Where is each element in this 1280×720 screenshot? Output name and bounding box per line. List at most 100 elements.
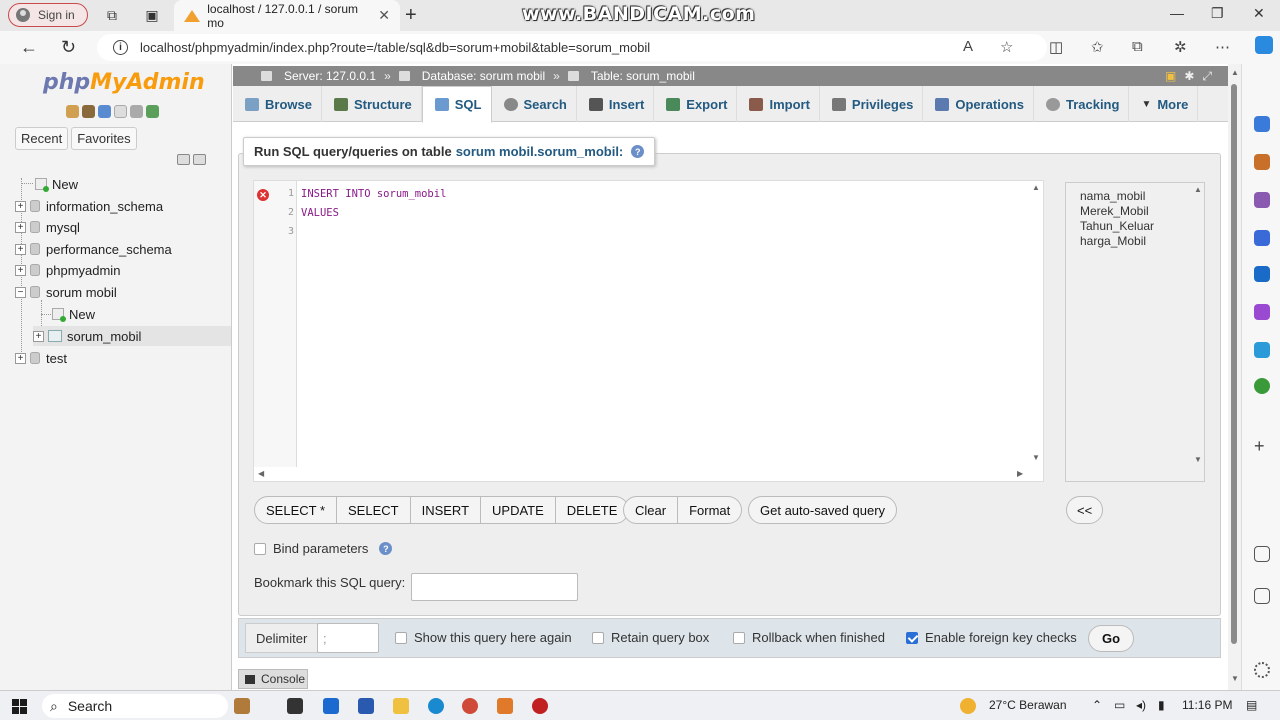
- task-view-icon[interactable]: [287, 698, 303, 714]
- network-icon[interactable]: ▭: [1114, 698, 1125, 712]
- expand-icon[interactable]: +: [15, 264, 26, 276]
- scroll-down-icon[interactable]: ▼: [1194, 455, 1202, 464]
- tree-item-test[interactable]: + test: [15, 348, 67, 368]
- browser-tab-phpmyadmin[interactable]: localhost / 127.0.0.1 / sorum mo ✕: [174, 0, 400, 31]
- select-star-button[interactable]: SELECT *: [254, 496, 338, 524]
- tree-item-information-schema[interactable]: + information_schema: [15, 196, 163, 216]
- url-field[interactable]: i localhost/phpmyadmin/index.php?route=/…: [97, 34, 1047, 61]
- docs-icon[interactable]: [114, 105, 127, 118]
- rollback-checkbox[interactable]: [733, 631, 745, 644]
- read-aloud-icon[interactable]: A: [963, 38, 973, 55]
- back-icon[interactable]: ←: [20, 37, 38, 58]
- breadcrumb-server[interactable]: Server: 127.0.0.1: [284, 69, 376, 83]
- show-query-checkbox[interactable]: [395, 631, 407, 644]
- bind-parameters-checkbox[interactable]: [254, 542, 266, 555]
- foreign-key-checkbox[interactable]: [906, 631, 918, 644]
- sql-editor[interactable]: ✕ 1 2 3 INSERT INTO sorum_mobil VALUES ▲…: [253, 180, 1044, 482]
- phpmyadmin-logo[interactable]: phpMyAdmin: [43, 70, 205, 95]
- xampp-icon[interactable]: [497, 698, 513, 714]
- editor-vertical-scrollbar[interactable]: ▲ ▼: [1029, 181, 1043, 467]
- insert-button[interactable]: INSERT: [410, 496, 482, 524]
- bookmark-input[interactable]: [411, 573, 578, 601]
- restore-icon[interactable]: ❐: [1211, 5, 1224, 22]
- collapse-icon[interactable]: −: [15, 286, 26, 298]
- tree-item-sorum-mobil-table[interactable]: + sorum_mobil: [33, 326, 231, 346]
- chrome-icon[interactable]: [462, 698, 478, 714]
- update-button[interactable]: UPDATE: [481, 496, 556, 524]
- sign-in-button[interactable]: Sign in: [8, 3, 88, 27]
- column-option[interactable]: harga_Mobil: [1080, 234, 1204, 249]
- file-explorer-icon[interactable]: [393, 698, 409, 714]
- scroll-up-icon[interactable]: ▲: [1231, 68, 1239, 77]
- notifications-icon[interactable]: ▤: [1246, 698, 1257, 712]
- scroll-right-icon[interactable]: ▶: [1017, 469, 1023, 478]
- help-icon[interactable]: [98, 105, 111, 118]
- clear-button[interactable]: Clear: [623, 496, 679, 524]
- get-autosaved-query-button[interactable]: Get auto-saved query: [748, 496, 898, 524]
- column-option[interactable]: nama_mobil: [1080, 189, 1204, 204]
- taskbar-widget-icon[interactable]: [234, 698, 250, 714]
- tools-icon[interactable]: [1254, 154, 1270, 170]
- tab-sql[interactable]: SQL: [421, 86, 492, 123]
- add-sidebar-icon[interactable]: +: [1254, 437, 1270, 455]
- collections-icon[interactable]: ⧉: [1132, 38, 1143, 55]
- favorite-star-icon[interactable]: ☆: [1000, 38, 1013, 56]
- windows-start-icon[interactable]: [12, 699, 27, 714]
- sidebar-settings-icon[interactable]: [1254, 662, 1270, 678]
- column-option[interactable]: Tahun_Keluar: [1080, 219, 1204, 234]
- scrollbar-thumb[interactable]: [1231, 84, 1237, 644]
- tree-item-new[interactable]: New: [35, 174, 78, 194]
- extensions-icon[interactable]: ✲: [1174, 38, 1187, 56]
- sidebar-toggle-icon[interactable]: [1254, 588, 1270, 604]
- bandicam-icon[interactable]: [532, 698, 548, 714]
- maximize-icon[interactable]: ⤢: [1202, 69, 1212, 84]
- close-window-icon[interactable]: ✕: [1253, 5, 1265, 22]
- insert-columns-button[interactable]: <<: [1066, 496, 1104, 524]
- split-screen-icon[interactable]: ◫: [1049, 38, 1063, 56]
- volume-icon[interactable]: ◂): [1136, 698, 1146, 712]
- games-icon[interactable]: [1254, 192, 1270, 208]
- mail-icon[interactable]: [323, 698, 339, 714]
- microsoft365-icon[interactable]: [1254, 230, 1270, 246]
- clock-text[interactable]: 11:16 PM: [1182, 698, 1232, 712]
- column-option[interactable]: Merek_Mobil: [1080, 204, 1204, 219]
- expand-icon[interactable]: +: [15, 352, 26, 364]
- workspaces-icon[interactable]: ⧉: [103, 6, 121, 24]
- tab-more[interactable]: ▼ More: [1129, 86, 1199, 122]
- tab-export[interactable]: Export: [654, 86, 738, 122]
- page-settings-icon[interactable]: ✱: [1184, 69, 1194, 84]
- columns-list[interactable]: nama_mobil Merek_Mobil Tahun_Keluar harg…: [1065, 182, 1205, 482]
- screenshot-icon[interactable]: [1254, 546, 1270, 562]
- tab-recent[interactable]: Recent: [15, 127, 69, 150]
- expand-icon[interactable]: +: [33, 330, 44, 342]
- expand-icon[interactable]: +: [15, 243, 26, 255]
- tab-browse[interactable]: Browse: [233, 86, 322, 122]
- tab-import[interactable]: Import: [737, 86, 820, 122]
- scroll-up-icon[interactable]: ▲: [1194, 185, 1202, 194]
- lock-icon[interactable]: ▣: [1165, 69, 1176, 84]
- link-with-main-icon[interactable]: [193, 154, 206, 165]
- tab-privileges[interactable]: Privileges: [820, 86, 924, 122]
- tab-actions-icon[interactable]: ▣: [143, 6, 161, 24]
- page-scrollbar[interactable]: ▲ ▼: [1228, 64, 1241, 690]
- tree-item-phpmyadmin[interactable]: + phpmyadmin: [15, 260, 120, 280]
- error-icon[interactable]: ✕: [257, 189, 269, 201]
- legend-table-link[interactable]: sorum mobil.sorum_mobil:: [456, 144, 624, 159]
- tab-operations[interactable]: Operations: [923, 86, 1034, 122]
- home-icon[interactable]: [66, 105, 79, 118]
- edge-icon[interactable]: [428, 698, 444, 714]
- tree-item-sorum-mobil[interactable]: − sorum mobil: [15, 282, 117, 302]
- help-icon[interactable]: ?: [379, 542, 393, 555]
- tree-item-performance-schema[interactable]: + performance_schema: [15, 239, 172, 259]
- format-button[interactable]: Format: [678, 496, 743, 524]
- favorites-icon[interactable]: ✩: [1091, 38, 1104, 56]
- breadcrumb-table[interactable]: Table: sorum_mobil: [591, 69, 695, 83]
- scroll-left-icon[interactable]: ◀: [258, 469, 264, 478]
- tab-favorites[interactable]: Favorites: [71, 127, 137, 150]
- delimiter-input[interactable]: ;: [317, 623, 379, 653]
- tree-item-mysql[interactable]: + mysql: [15, 217, 80, 237]
- expand-icon[interactable]: +: [15, 221, 26, 233]
- scroll-down-icon[interactable]: ▼: [1032, 453, 1040, 462]
- tab-insert[interactable]: Insert: [577, 86, 655, 122]
- close-tab-icon[interactable]: ✕: [378, 7, 390, 24]
